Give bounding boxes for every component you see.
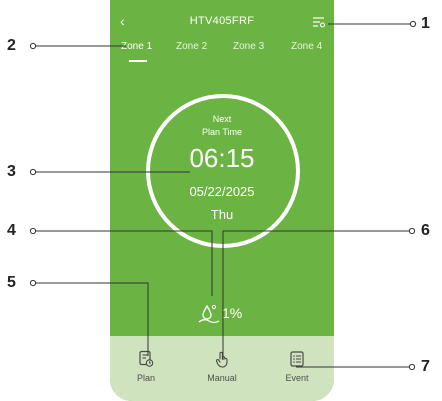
callout-dot-3	[29, 168, 37, 176]
callout-dot-5	[29, 279, 37, 287]
callout-number-2: 2	[7, 37, 16, 54]
callout-dot-6	[408, 227, 416, 235]
callout-number-7: 7	[421, 358, 430, 375]
callout-number-1: 1	[421, 15, 430, 32]
annotation-callout-lines	[29, 20, 417, 371]
callout-line-5	[36, 282, 149, 356]
callout-dot-1	[409, 20, 417, 28]
callout-number-3: 3	[7, 163, 16, 180]
callout-line-4	[36, 230, 213, 296]
callout-dot-4	[29, 227, 37, 235]
callout-line-6	[222, 230, 409, 360]
callout-dot-7	[408, 363, 416, 371]
callout-number-5: 5	[7, 274, 16, 291]
callout-dot-2	[29, 42, 37, 50]
callout-number-4: 4	[7, 222, 16, 239]
callout-number-6: 6	[421, 222, 430, 239]
